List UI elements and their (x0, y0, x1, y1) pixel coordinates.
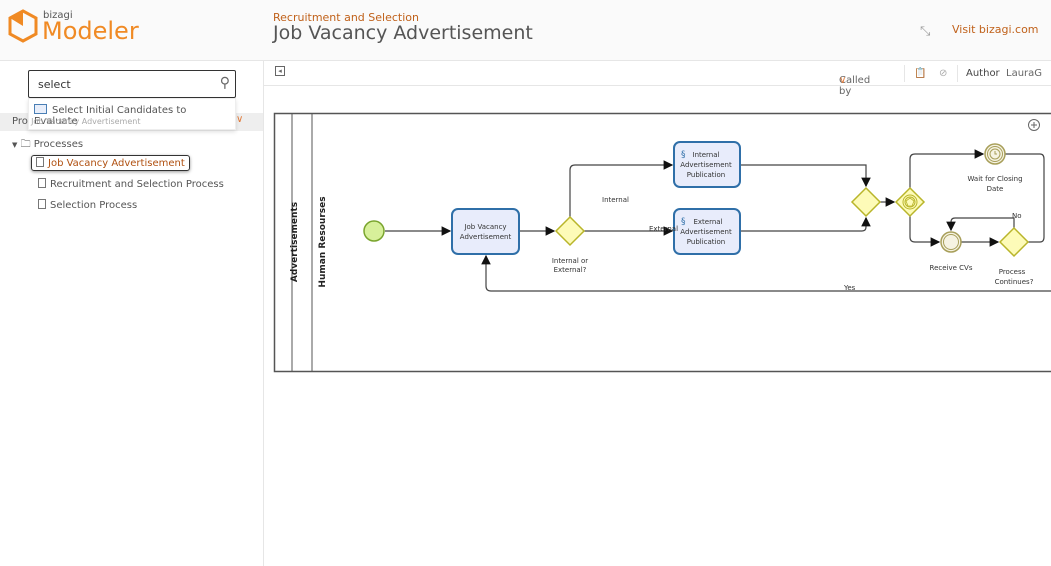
timer-label: Date (987, 185, 1004, 193)
timer-event[interactable] (984, 143, 1006, 165)
receive-label: Receive CVs (930, 264, 973, 272)
process-row-value: Job Vacancy Advertisement (31, 117, 141, 126)
svg-text:Advertisement: Advertisement (680, 228, 732, 236)
lane-label: Human Resourses (318, 196, 328, 287)
flow-label-external: External (649, 225, 678, 233)
flow-label-internal: Internal (602, 196, 629, 204)
svg-text:Job Vacancy: Job Vacancy (463, 223, 506, 231)
svg-text:Internal: Internal (693, 151, 720, 159)
gateway-label: External? (554, 266, 587, 274)
flow-label-no: No (1012, 212, 1022, 220)
task-internal-publication[interactable]: § Internal Advertisement Publication (673, 141, 741, 188)
task-external-publication[interactable]: § External Advertisement Publication (673, 208, 741, 255)
gateway-label: Continues? (995, 278, 1034, 286)
script-task-icon: § (681, 150, 686, 160)
process-diagram: Advertisements Human Resourses Job Vacan… (273, 112, 1051, 373)
gateway-label: Internal or (552, 257, 588, 265)
svg-text:Advertisement: Advertisement (460, 233, 512, 241)
script-task-icon: § (681, 217, 686, 227)
receive-cvs-event[interactable] (940, 231, 962, 253)
task-job-vacancy[interactable]: Job Vacancy Advertisement (451, 208, 520, 255)
svg-text:Advertisement: Advertisement (680, 161, 732, 169)
zoom-in-icon[interactable] (1028, 119, 1040, 131)
svg-text:Publication: Publication (687, 171, 725, 179)
start-event[interactable] (363, 220, 385, 242)
timer-label: Wait for Closing (967, 175, 1022, 183)
flow-label-yes: Yes (843, 284, 856, 292)
svg-text:Publication: Publication (687, 238, 725, 246)
gateway-label: Process (999, 268, 1026, 276)
svg-text:External: External (693, 218, 722, 226)
task-icon (34, 104, 47, 114)
pool-label: Advertisements (290, 202, 300, 282)
